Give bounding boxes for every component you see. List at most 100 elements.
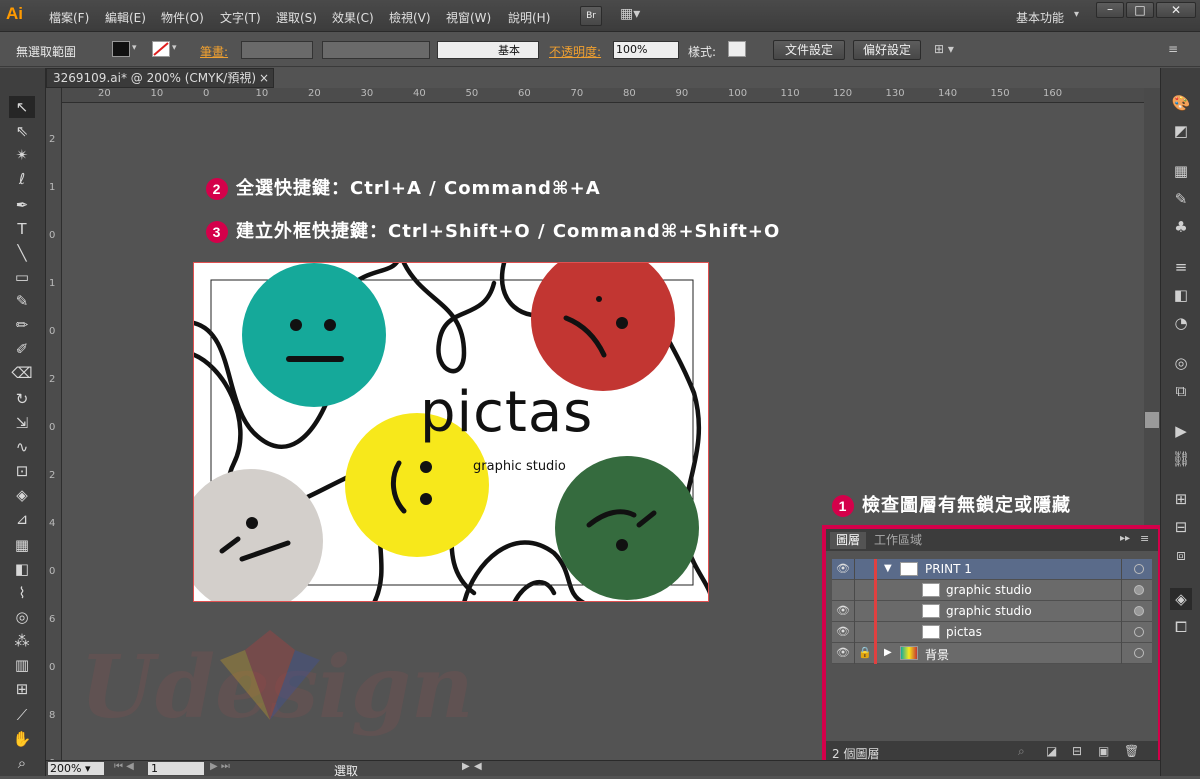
create-sublayer-icon[interactable]: ⊟ bbox=[1072, 744, 1082, 758]
menu-help[interactable]: 說明(H) bbox=[508, 9, 550, 26]
visibility-eye-icon[interactable]: 👁 bbox=[836, 604, 850, 617]
align-panel-icon[interactable]: ⊟ bbox=[1170, 516, 1192, 538]
visibility-eye-icon[interactable]: 👁 bbox=[836, 625, 850, 638]
type-tool-icon[interactable]: T bbox=[9, 218, 35, 240]
delete-layer-icon[interactable]: 🗑 bbox=[1124, 744, 1139, 758]
workspace-switcher[interactable]: 基本功能 bbox=[1016, 9, 1064, 26]
layers-panel-icon[interactable]: ◈ bbox=[1170, 588, 1192, 610]
target-circle-icon[interactable] bbox=[1134, 627, 1144, 637]
graphic-style-swatch[interactable] bbox=[728, 41, 746, 57]
panel-menu-icon[interactable]: ≡ bbox=[1168, 42, 1178, 56]
target-circle-icon[interactable] bbox=[1134, 648, 1144, 658]
menu-effect[interactable]: 效果(C) bbox=[332, 9, 374, 26]
opacity-label[interactable]: 不透明度: bbox=[549, 43, 601, 60]
layer-name[interactable]: graphic studio bbox=[946, 604, 1032, 618]
blend-tool-icon[interactable]: ◎ bbox=[9, 606, 35, 628]
artboard-navigator[interactable]: 1 bbox=[148, 762, 204, 775]
disclosure-triangle-icon[interactable]: ▼ bbox=[884, 563, 892, 574]
scale-tool-icon[interactable]: ⇲ bbox=[9, 412, 35, 434]
transform-panel-icon[interactable]: ⊞ bbox=[1170, 488, 1192, 510]
mesh-tool-icon[interactable]: ▦ bbox=[9, 534, 35, 556]
disclosure-triangle-icon[interactable]: ▶ bbox=[884, 647, 892, 658]
tab-layers[interactable]: 圖層 bbox=[830, 532, 867, 549]
magic-wand-tool-icon[interactable]: ✴ bbox=[9, 144, 35, 166]
layer-name[interactable]: 背景 bbox=[925, 646, 949, 663]
shape-builder-tool-icon[interactable]: ◈ bbox=[9, 484, 35, 506]
paintbrush-tool-icon[interactable]: ✎ bbox=[9, 290, 35, 312]
artboard[interactable]: pictas graphic studio bbox=[193, 262, 709, 602]
gradient-panel-icon[interactable]: ◧ bbox=[1170, 284, 1192, 306]
close-tab-icon[interactable]: × bbox=[259, 69, 269, 87]
chevron-down-icon[interactable]: ▾ bbox=[172, 43, 177, 53]
menu-type[interactable]: 文字(T) bbox=[220, 9, 261, 26]
document-tab[interactable]: 3269109.ai* @ 200% (CMYK/預視) × bbox=[46, 68, 274, 88]
menu-file[interactable]: 檔案(F) bbox=[49, 9, 89, 26]
gradient-tool-icon[interactable]: ◧ bbox=[9, 558, 35, 580]
perspective-grid-tool-icon[interactable]: ⊿ bbox=[9, 508, 35, 530]
document-setup-button[interactable]: 文件設定 bbox=[773, 40, 845, 60]
arrange-documents-icon[interactable]: ▦▾ bbox=[620, 6, 646, 26]
menu-edit[interactable]: 編輯(E) bbox=[105, 9, 146, 26]
target-circle-icon[interactable] bbox=[1134, 564, 1144, 574]
menu-select[interactable]: 選取(S) bbox=[276, 9, 317, 26]
warp-tool-icon[interactable]: ∿ bbox=[9, 436, 35, 458]
visibility-eye-icon[interactable]: 👁 bbox=[836, 562, 850, 575]
layer-row-background[interactable]: 👁 🔒 ▶ 背景 bbox=[832, 643, 1152, 664]
artboards-panel-icon[interactable]: ⧠ bbox=[1170, 616, 1192, 638]
layer-name[interactable]: PRINT 1 bbox=[925, 562, 972, 576]
minimize-button[interactable]: – bbox=[1096, 2, 1124, 18]
bridge-button[interactable]: Br bbox=[580, 6, 602, 26]
layer-name[interactable]: pictas bbox=[946, 625, 982, 639]
selection-tool-icon[interactable]: ↖ bbox=[9, 96, 35, 118]
menu-window[interactable]: 視窗(W) bbox=[446, 9, 491, 26]
close-window-button[interactable]: ✕ bbox=[1156, 2, 1196, 18]
layer-name[interactable]: graphic studio bbox=[946, 583, 1032, 597]
line-tool-icon[interactable]: ╲ bbox=[9, 242, 35, 264]
swatches-panel-icon[interactable]: ▦ bbox=[1170, 160, 1192, 182]
pencil-tool-icon[interactable]: ✏ bbox=[9, 314, 35, 336]
zoom-field[interactable]: 200% ▾ bbox=[48, 762, 104, 775]
vertical-scroll-thumb[interactable] bbox=[1145, 412, 1159, 428]
opacity-value[interactable]: 100% bbox=[616, 43, 647, 56]
create-new-layer-icon[interactable]: ▣ bbox=[1098, 744, 1109, 758]
first-artboard-icon[interactable]: ⏮ ◀ bbox=[114, 761, 134, 772]
locate-object-icon[interactable]: ⌕ bbox=[1018, 744, 1025, 759]
zoom-tool-icon[interactable]: ⌕ bbox=[9, 752, 35, 774]
lasso-tool-icon[interactable]: ℓ bbox=[9, 168, 35, 190]
free-transform-tool-icon[interactable]: ⊡ bbox=[9, 460, 35, 482]
stroke-weight-field[interactable] bbox=[241, 41, 313, 59]
tab-artboards[interactable]: 工作區域 bbox=[868, 532, 928, 549]
chevron-down-icon[interactable]: ▾ bbox=[132, 43, 137, 53]
layer-row-pictas[interactable]: 👁 pictas bbox=[832, 622, 1152, 643]
target-circle-icon[interactable] bbox=[1134, 585, 1144, 595]
arrange-icon[interactable]: ⊞ ▾ bbox=[934, 42, 954, 56]
color-panel-icon[interactable]: 🎨 bbox=[1170, 92, 1192, 114]
layer-row-print1[interactable]: 👁 ▼ PRINT 1 bbox=[832, 559, 1152, 580]
maximize-button[interactable]: □ bbox=[1126, 2, 1154, 18]
hand-tool-icon[interactable]: ✋ bbox=[9, 728, 35, 750]
eraser-tool-icon[interactable]: ⌫ bbox=[9, 362, 35, 384]
next-artboard-icon[interactable]: ▶ ⏭ bbox=[210, 761, 230, 772]
panel-menu-icon[interactable]: ≡ bbox=[1140, 532, 1149, 545]
graphic-styles-panel-icon[interactable]: ⧉ bbox=[1170, 380, 1192, 402]
preferences-button[interactable]: 偏好設定 bbox=[853, 40, 921, 60]
pen-tool-icon[interactable]: ✒ bbox=[9, 194, 35, 216]
menu-view[interactable]: 檢視(V) bbox=[389, 9, 431, 26]
blob-brush-tool-icon[interactable]: ✐ bbox=[9, 338, 35, 360]
fill-swatch[interactable] bbox=[112, 41, 130, 57]
rectangle-tool-icon[interactable]: ▭ bbox=[9, 266, 35, 288]
eyedropper-tool-icon[interactable]: ⌇ bbox=[9, 582, 35, 604]
symbols-panel-icon[interactable]: ♣ bbox=[1170, 216, 1192, 238]
variable-width-profile[interactable] bbox=[322, 41, 430, 59]
appearance-panel-icon[interactable]: ◎ bbox=[1170, 352, 1192, 374]
rotate-tool-icon[interactable]: ↻ bbox=[9, 388, 35, 410]
target-circle-icon[interactable] bbox=[1134, 606, 1144, 616]
stroke-label[interactable]: 筆畫: bbox=[200, 43, 228, 60]
layer-row-graphic-studio-2[interactable]: 👁 graphic studio bbox=[832, 601, 1152, 622]
collapse-panel-icon[interactable]: ▸▸ bbox=[1120, 533, 1130, 544]
chevron-down-icon[interactable]: ▾ bbox=[1074, 9, 1079, 20]
artboard-tool-icon[interactable]: ⊞ bbox=[9, 678, 35, 700]
brush-definition[interactable]: 基本 bbox=[437, 41, 539, 59]
slice-tool-icon[interactable]: ⟋ bbox=[9, 704, 35, 726]
actions-panel-icon[interactable]: ▶ bbox=[1170, 420, 1192, 442]
